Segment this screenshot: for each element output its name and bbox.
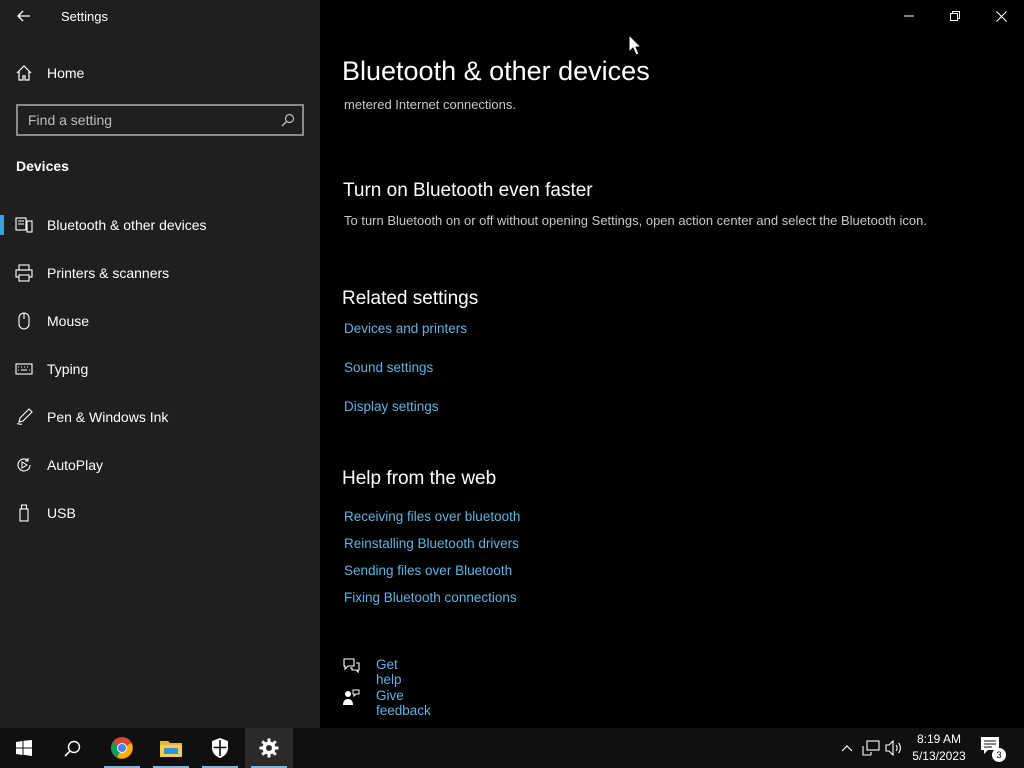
- nav-item-label: Printers & scanners: [47, 265, 170, 281]
- restore-button[interactable]: [932, 0, 978, 32]
- chevron-up-icon: [841, 745, 853, 752]
- get-help-icon: [343, 658, 360, 674]
- clock-date: 5/13/2023: [912, 749, 966, 763]
- autoplay-icon: [17, 458, 31, 472]
- get-help-label: Get help: [376, 657, 402, 687]
- search-box[interactable]: [16, 104, 304, 136]
- show-hidden-icons-button[interactable]: [838, 740, 856, 756]
- nav-item-label: Mouse: [47, 313, 90, 329]
- minimize-button[interactable]: [886, 0, 932, 32]
- pen-icon: [16, 408, 33, 425]
- reinstalling-drivers-link[interactable]: Reinstalling Bluetooth drivers: [344, 536, 519, 551]
- printer-icon: [15, 264, 33, 282]
- windows-security-button[interactable]: [196, 728, 244, 768]
- taskbar: 8:19 AM 5/13/2023 3: [0, 728, 1024, 768]
- section-title: Devices: [16, 158, 69, 174]
- settings-button[interactable]: [245, 728, 293, 768]
- back-arrow-icon: [17, 10, 30, 22]
- fixing-connections-link[interactable]: Fixing Bluetooth connections: [344, 590, 517, 605]
- notification-count-badge: 3: [992, 748, 1006, 762]
- nav-item-autoplay[interactable]: AutoPlay: [0, 445, 320, 485]
- nav-item-printers[interactable]: Printers & scanners: [0, 253, 320, 293]
- nav-item-pen[interactable]: Pen & Windows Ink: [0, 397, 320, 437]
- home-label: Home: [47, 65, 85, 81]
- nav-item-usb[interactable]: USB: [0, 493, 320, 533]
- related-settings-heading: Related settings: [342, 288, 479, 309]
- close-icon: [995, 10, 1007, 22]
- back-button[interactable]: [8, 4, 40, 28]
- network-icon: [862, 740, 880, 756]
- page-title: Bluetooth & other devices: [342, 56, 650, 86]
- file-explorer-button[interactable]: [147, 728, 195, 768]
- restore-icon: [950, 11, 960, 21]
- nav-item-bluetooth[interactable]: Bluetooth & other devices: [0, 205, 320, 245]
- close-button[interactable]: [978, 0, 1024, 32]
- home-nav-item[interactable]: Home: [0, 56, 320, 90]
- start-button[interactable]: [0, 728, 48, 768]
- windows-security-icon: [212, 738, 228, 758]
- taskbar-search-button[interactable]: [48, 728, 96, 768]
- keyboard-icon: [15, 363, 33, 375]
- file-explorer-icon: [160, 741, 182, 757]
- search-icon: [63, 740, 80, 757]
- display-settings-link[interactable]: Display settings: [344, 399, 439, 414]
- nav-item-typing[interactable]: Typing: [0, 349, 320, 389]
- volume-button[interactable]: [885, 740, 903, 756]
- sound-settings-link[interactable]: Sound settings: [344, 360, 433, 375]
- sending-files-link[interactable]: Sending files over Bluetooth: [344, 563, 512, 578]
- help-heading: Help from the web: [342, 468, 497, 489]
- search-input[interactable]: [18, 106, 274, 134]
- chrome-icon: [111, 737, 133, 759]
- bluetooth-devices-icon: [15, 217, 33, 233]
- minimize-icon: [904, 15, 914, 17]
- faster-description: To turn Bluetooth on or off without open…: [344, 213, 927, 228]
- nav-item-label: AutoPlay: [47, 457, 104, 473]
- network-button[interactable]: [862, 740, 880, 756]
- nav-item-mouse[interactable]: Mouse: [0, 301, 320, 341]
- nav-item-label: Typing: [47, 361, 89, 377]
- nav-item-label: Pen & Windows Ink: [47, 409, 169, 425]
- receiving-files-link[interactable]: Receiving files over bluetooth: [344, 509, 520, 524]
- usb-icon: [19, 504, 29, 522]
- sidebar: Settings Home Devices Bluetooth & other …: [0, 0, 320, 728]
- nav-item-label: USB: [47, 505, 76, 521]
- devices-and-printers-link[interactable]: Devices and printers: [344, 321, 467, 336]
- give-feedback-icon: [343, 689, 360, 705]
- nav-item-label: Bluetooth & other devices: [47, 217, 207, 233]
- home-icon: [16, 65, 32, 81]
- settings-icon: [259, 738, 279, 758]
- volume-icon: [885, 740, 901, 756]
- mouse-cursor-icon: [628, 34, 642, 56]
- clock-time: 8:19 AM: [916, 732, 962, 746]
- chrome-button[interactable]: [98, 728, 146, 768]
- action-center-button[interactable]: 3: [978, 734, 1008, 762]
- metered-connections-text: metered Internet connections.: [344, 97, 516, 112]
- faster-heading: Turn on Bluetooth even faster: [343, 180, 593, 201]
- mouse-icon: [18, 312, 30, 330]
- search-icon[interactable]: [281, 113, 295, 127]
- start-icon: [16, 740, 32, 756]
- main-content: Bluetooth & other devices metered Intern…: [320, 0, 1024, 728]
- app-title: Settings: [61, 9, 108, 24]
- clock[interactable]: 8:19 AM 5/13/2023: [906, 731, 972, 765]
- give-feedback-label: Give feedback: [376, 688, 431, 718]
